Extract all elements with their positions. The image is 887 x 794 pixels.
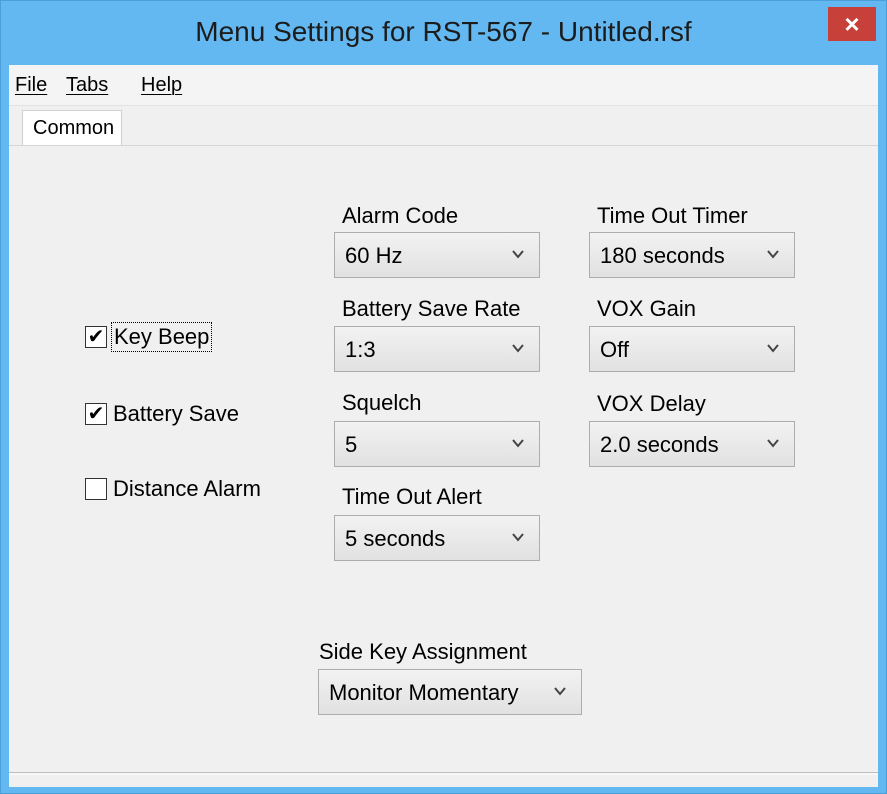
menu-tabs[interactable]: Tabs: [66, 74, 108, 97]
menu-bar: File Tabs Help: [9, 65, 878, 106]
vox-gain-label: VOX Gain: [597, 296, 697, 321]
battery-save-rate-dropdown[interactable]: 1:3: [334, 326, 540, 372]
settings-window: Menu Settings for RST-567 - Untitled.rsf…: [0, 0, 887, 794]
alarm-code-label: Alarm Code: [342, 203, 459, 228]
squelch-value: 5: [345, 432, 358, 457]
tab-panel-common: ✔ Key Beep ✔ Battery Save Distance Alarm…: [9, 145, 878, 774]
distance-alarm-checkbox[interactable]: Distance Alarm: [85, 476, 261, 502]
chevron-down-icon: [554, 687, 566, 696]
checkmark-icon[interactable]: ✔: [85, 403, 107, 425]
menu-help[interactable]: Help: [141, 74, 182, 97]
menu-file[interactable]: File: [15, 74, 47, 97]
close-icon: ×: [844, 9, 860, 39]
chevron-down-icon: [512, 250, 524, 259]
alarm-code-value: 60 Hz: [345, 243, 403, 268]
squelch-label: Squelch: [342, 390, 422, 415]
alarm-code-dropdown[interactable]: 60 Hz: [334, 232, 540, 278]
chevron-down-icon: [767, 439, 779, 448]
chevron-down-icon: [512, 533, 524, 542]
title-bar[interactable]: Menu Settings for RST-567 - Untitled.rsf…: [1, 1, 886, 65]
squelch-dropdown[interactable]: 5: [334, 421, 540, 467]
side-key-assignment-dropdown[interactable]: Monitor Momentary: [318, 669, 582, 715]
battery-save-label: Battery Save: [113, 401, 239, 426]
vox-delay-dropdown[interactable]: 2.0 seconds: [589, 421, 795, 467]
key-beep-label: Key Beep: [110, 322, 213, 352]
window-title: Menu Settings for RST-567 - Untitled.rsf: [195, 16, 692, 47]
side-key-assignment-label: Side Key Assignment: [319, 639, 527, 664]
time-out-alert-label: Time Out Alert: [342, 484, 482, 509]
panel-bottom-border: [9, 772, 878, 775]
chevron-down-icon: [767, 250, 779, 259]
chevron-down-icon: [767, 344, 779, 353]
vox-gain-dropdown[interactable]: Off: [589, 326, 795, 372]
checkmark-icon[interactable]: ✔: [85, 326, 107, 348]
chevron-down-icon: [512, 439, 524, 448]
vox-delay-label: VOX Delay: [597, 391, 706, 416]
key-beep-checkbox[interactable]: ✔ Key Beep: [85, 322, 213, 352]
chevron-down-icon: [512, 344, 524, 353]
time-out-alert-value: 5 seconds: [345, 526, 446, 551]
time-out-alert-dropdown[interactable]: 5 seconds: [334, 515, 540, 561]
battery-save-rate-label: Battery Save Rate: [342, 296, 521, 321]
tab-strip: Common: [9, 106, 878, 146]
checkbox-empty[interactable]: [85, 478, 107, 500]
time-out-timer-value: 180 seconds: [600, 243, 725, 268]
time-out-timer-label: Time Out Timer: [597, 203, 748, 228]
time-out-timer-dropdown[interactable]: 180 seconds: [589, 232, 795, 278]
side-key-assignment-value: Monitor Momentary: [329, 680, 519, 705]
battery-save-checkbox[interactable]: ✔ Battery Save: [85, 401, 239, 427]
vox-gain-value: Off: [600, 337, 629, 362]
distance-alarm-label: Distance Alarm: [113, 476, 261, 501]
tab-common[interactable]: Common: [22, 110, 122, 146]
close-button[interactable]: ×: [828, 7, 876, 41]
client-area: File Tabs Help Common ✔ Key Beep ✔ Batte…: [9, 65, 878, 787]
battery-save-rate-value: 1:3: [345, 337, 376, 362]
vox-delay-value: 2.0 seconds: [600, 432, 719, 457]
